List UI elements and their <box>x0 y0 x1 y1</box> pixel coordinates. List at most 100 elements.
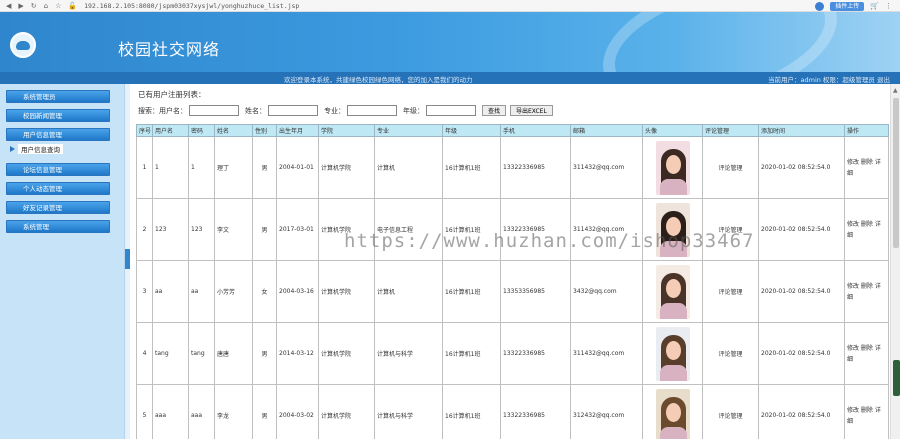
star-icon[interactable]: ☆ <box>55 2 61 10</box>
forward-icon[interactable]: ▶ <box>18 2 23 10</box>
cell-no: 3 <box>136 260 153 323</box>
logo-icon <box>10 32 36 58</box>
cell-email: 311432@qq.com <box>570 322 643 385</box>
sidebar-item-news[interactable]: 校园新闻管理 <box>6 109 110 122</box>
list-caption: 已有用户注册列表： <box>138 90 206 99</box>
cell-email: 311432@qq.com <box>570 136 643 199</box>
cell-ops[interactable]: 修改 删除 详细 <box>844 322 889 385</box>
back-icon[interactable]: ◀ <box>6 2 11 10</box>
major-input[interactable] <box>347 105 397 116</box>
name-input[interactable] <box>268 105 318 116</box>
sidebar-item-users[interactable]: 用户信息管理 <box>6 128 110 141</box>
cell-major: 计算机 <box>374 136 443 199</box>
cell-birth: 2014-03-12 <box>276 322 319 385</box>
cell-major: 计算机与科学 <box>374 322 443 385</box>
grade-input[interactable] <box>426 105 476 116</box>
cell-grade: 16计算机1班 <box>442 198 501 261</box>
table-row: 4 tang tang 唐唐男 2014-03-12 计算机学院 计算机与科学 16计算机1班… <box>136 322 889 385</box>
cell-password: aa <box>188 260 215 323</box>
page-title: 校园社交网络 <box>118 40 221 59</box>
username-input[interactable] <box>189 105 239 116</box>
home-icon[interactable]: ⌂ <box>44 2 48 10</box>
avatar-cell <box>642 136 703 199</box>
cell-major: 电子信息工程 <box>374 198 443 261</box>
cell-name: 小芳芳 <box>214 260 253 323</box>
cell-comment[interactable]: 评论管理 <box>702 322 759 385</box>
column-header: 姓名 <box>214 124 253 137</box>
cell-comment[interactable]: 评论管理 <box>702 384 759 439</box>
cell-username: aaa <box>152 384 189 439</box>
sidebar-item-forum[interactable]: 论坛信息管理 <box>6 163 110 176</box>
cell-major: 计算机与科学 <box>374 384 443 439</box>
column-header: 邮箱 <box>570 124 643 137</box>
header-banner: 校园社交网络 <box>0 12 900 72</box>
column-header: 密码 <box>188 124 215 137</box>
extension-button[interactable]: 插件上传 <box>830 1 865 11</box>
avatar <box>655 202 690 257</box>
cell-ops[interactable]: 修改 删除 详细 <box>844 198 889 261</box>
sidebar: 系统管理员 校园新闻管理 用户信息管理 用户信息查询 论坛信息管理 个人动态管理… <box>0 84 124 439</box>
column-header: 评论管理 <box>702 124 759 137</box>
avatar <box>655 140 690 195</box>
cell-name: 李龙 <box>214 384 253 439</box>
avatar-cell <box>642 322 703 385</box>
address-bar[interactable]: 192.168.2.105:8080/jspm03037xysjwl/yongh… <box>84 2 299 10</box>
avatar-cell <box>642 260 703 323</box>
cell-grade: 16计算机1班 <box>442 322 501 385</box>
user-info[interactable]: 当前用户：admin 权限：超级管理员 退出 <box>768 74 890 84</box>
cell-added: 2020-01-02 08:52:54.0 <box>758 322 845 385</box>
column-header: 专业 <box>374 124 443 137</box>
scrollbar-thumb[interactable] <box>893 98 899 248</box>
browser-toolbar: ◀ ▶ ↻ ⌂ ☆ 🔓 192.168.2.105:8080/jspm03037… <box>0 0 900 12</box>
arrow-right-icon <box>10 145 15 152</box>
grade-label: 年级： <box>403 106 424 115</box>
cell-comment[interactable]: 评论管理 <box>702 136 759 199</box>
cell-gender: 男 <box>252 136 277 199</box>
cell-name: 唐唐 <box>214 322 253 385</box>
lock-icon: 🔓 <box>68 1 78 10</box>
cell-password: aaa <box>188 384 215 439</box>
floating-widget[interactable] <box>893 360 900 396</box>
column-header: 学院 <box>318 124 375 137</box>
cell-major: 计算机 <box>374 260 443 323</box>
sidebar-item-friends[interactable]: 好友记录管理 <box>6 201 110 214</box>
cell-birth: 2017-03-01 <box>276 198 319 261</box>
search-bar: 搜索： 用户名： 姓名： 专业： 年级： 查找 导出EXCEL <box>138 105 557 116</box>
menu-icon[interactable]: ⋮ <box>885 2 892 10</box>
sidebar-item-admin[interactable]: 系统管理员 <box>6 90 110 103</box>
cell-ops[interactable]: 修改 删除 详细 <box>844 384 889 439</box>
avatar <box>655 388 690 439</box>
cell-password: 1 <box>188 136 215 199</box>
cell-birth: 2004-01-01 <box>276 136 319 199</box>
table-row: 3 aa aa 小芳芳女 2004-03-16 计算机学院 计算机 16计算机1班 133533… <box>136 260 889 323</box>
column-header: 操作 <box>844 124 889 137</box>
export-excel-button[interactable]: 导出EXCEL <box>510 105 553 116</box>
cell-email: 311432@qq.com <box>570 198 643 261</box>
cell-comment[interactable]: 评论管理 <box>702 198 759 261</box>
cell-no: 4 <box>136 322 153 385</box>
extension-icon[interactable] <box>815 1 825 11</box>
cell-ops[interactable]: 修改 删除 详细 <box>844 260 889 323</box>
sidebar-item-dynamics[interactable]: 个人动态管理 <box>6 182 110 195</box>
cell-phone: 13353356985 <box>500 260 571 323</box>
sidebar-item-system[interactable]: 系统管理 <box>6 220 110 233</box>
search-button[interactable]: 查找 <box>482 105 507 116</box>
reload-icon[interactable]: ↻ <box>31 2 37 10</box>
cell-ops[interactable]: 修改 删除 详细 <box>844 136 889 199</box>
search-prefix-label: 搜索： <box>138 106 159 115</box>
cell-college: 计算机学院 <box>318 322 375 385</box>
cell-birth: 2004-03-02 <box>276 384 319 439</box>
cart-icon[interactable]: 🛒 <box>870 2 879 10</box>
sidebar-subitem-user-query[interactable]: 用户信息查询 <box>10 143 124 154</box>
avatar <box>655 264 690 319</box>
cell-no: 2 <box>136 198 153 261</box>
major-label: 专业： <box>324 106 345 115</box>
cell-comment[interactable]: 评论管理 <box>702 260 759 323</box>
cell-no: 1 <box>136 136 153 199</box>
table-row: 1 1 1 理丁男 2004-01-01 计算机学院 计算机 16计算机1班 133223369… <box>136 136 889 199</box>
scroll-up-icon[interactable]: ▲ <box>893 87 898 94</box>
banner-decoration <box>588 12 852 72</box>
column-header: 用户名 <box>152 124 189 137</box>
cell-college: 计算机学院 <box>318 136 375 199</box>
cell-username: 123 <box>152 198 189 261</box>
